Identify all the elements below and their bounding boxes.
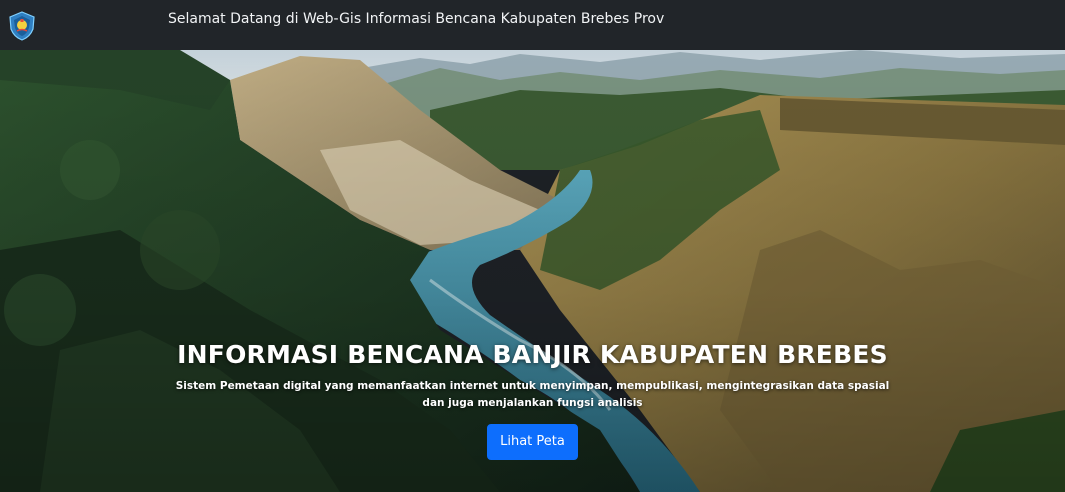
hero-description: Sistem Pemetaan digital yang memanfaatka… <box>175 380 890 409</box>
hero-content: INFORMASI BENCANA BANJIR KABUPATEN BREBE… <box>0 338 1065 460</box>
hero-heading: INFORMASI BENCANA BANJIR KABUPATEN BREBE… <box>177 340 888 369</box>
view-map-button[interactable]: Lihat Peta <box>487 424 578 460</box>
regency-crest-icon[interactable] <box>8 11 36 41</box>
top-navbar: Selamat Datang di Web-Gis Informasi Benc… <box>0 0 1065 50</box>
navbar-title[interactable]: Selamat Datang di Web-Gis Informasi Benc… <box>168 9 664 29</box>
hero-section: INFORMASI BENCANA BANJIR KABUPATEN BREBE… <box>0 50 1065 492</box>
